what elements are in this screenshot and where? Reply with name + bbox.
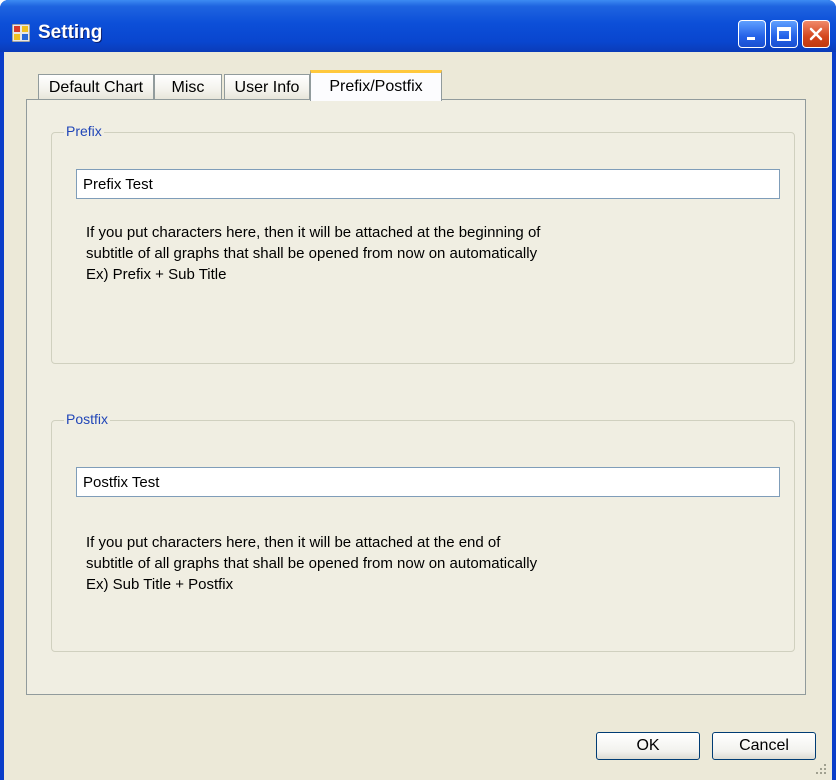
prefix-description: If you put characters here, then it will… xyxy=(86,222,540,285)
prefix-legend: Prefix xyxy=(64,123,104,139)
title-bar[interactable]: Setting xyxy=(0,0,836,52)
close-icon xyxy=(809,27,823,41)
tab-misc[interactable]: Misc xyxy=(154,74,222,100)
prefix-description-line: Ex) Prefix + Sub Title xyxy=(86,266,227,283)
postfix-input[interactable] xyxy=(76,467,780,497)
prefix-description-line: subtitle of all graphs that shall be ope… xyxy=(86,245,538,262)
cancel-button[interactable]: Cancel xyxy=(712,732,816,760)
tab-user-info[interactable]: User Info xyxy=(224,74,310,100)
postfix-legend: Postfix xyxy=(64,411,111,427)
tab-default-chart[interactable]: Default Chart xyxy=(38,74,154,100)
ok-button[interactable]: OK xyxy=(596,732,700,760)
tab-prefix-postfix[interactable]: Prefix/Postfix xyxy=(310,70,442,101)
minimize-button[interactable] xyxy=(738,20,766,48)
window-title: Setting xyxy=(38,22,103,43)
postfix-description-line: subtitle of all graphs that shall be ope… xyxy=(86,555,538,572)
postfix-description: If you put characters here, then it will… xyxy=(86,532,537,595)
close-button[interactable] xyxy=(802,20,830,48)
dialog-client-area: Default Chart Misc User Info Prefix/Post… xyxy=(4,52,832,780)
postfix-description-line: If you put characters here, then it will… xyxy=(86,534,501,551)
resize-grip-icon[interactable] xyxy=(814,762,828,776)
prefix-group: Prefix If you put characters here, then … xyxy=(51,123,795,364)
prefix-input[interactable] xyxy=(76,169,780,199)
tab-panel-prefix-postfix: Prefix If you put characters here, then … xyxy=(26,99,806,695)
postfix-group: Postfix If you put characters here, then… xyxy=(51,411,795,652)
maximize-icon xyxy=(777,27,791,41)
setting-dialog: Setting Default Chart Misc User Info Pre… xyxy=(0,0,836,780)
maximize-button[interactable] xyxy=(770,20,798,48)
minimize-icon xyxy=(747,37,755,40)
postfix-description-line: Ex) Sub Title + Postfix xyxy=(86,576,234,593)
prefix-description-line: If you put characters here, then it will… xyxy=(86,224,541,241)
window-app-icon xyxy=(12,24,30,42)
